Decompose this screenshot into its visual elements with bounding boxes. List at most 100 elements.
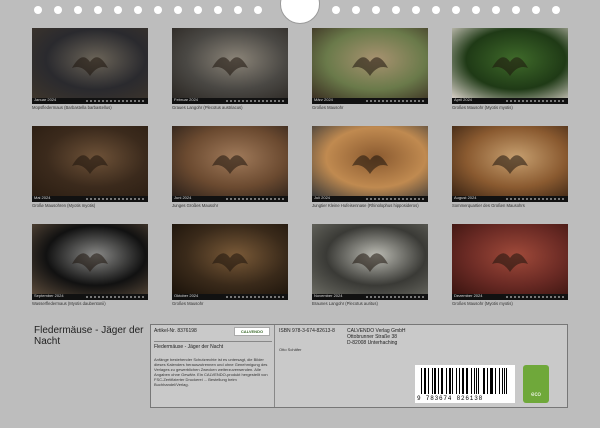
- bat-silhouette: [72, 155, 108, 174]
- bat-photo: [312, 28, 428, 98]
- binding-hole: [352, 6, 360, 14]
- binding-hole: [234, 6, 242, 14]
- month-strip: Juni 2024: [172, 195, 288, 202]
- day-ticks: [86, 100, 146, 102]
- month-strip: Dezember 2024: [452, 293, 568, 300]
- photo-caption: Großes Mausohr: [172, 301, 204, 306]
- binding-holes: [0, 0, 600, 24]
- binding-hole: [412, 6, 420, 14]
- info-column-right: CALVENDO Verlag GmbH Ottobrunner Straße …: [347, 325, 567, 407]
- photo-caption: Großes Mausohr: [312, 105, 344, 110]
- binding-hole: [372, 6, 380, 14]
- month-thumbnail: Januar 2024 Mopsfledermaus (Barbastella b…: [32, 28, 148, 110]
- month-label: Juli 2024: [314, 195, 331, 200]
- binding-hole: [432, 6, 440, 14]
- binding-hole: [332, 6, 340, 14]
- calvendo-logo: CALVENDO: [234, 327, 270, 336]
- barcode-bar: [492, 368, 494, 394]
- barcode-bar: [495, 368, 497, 394]
- month-strip: August 2024: [452, 195, 568, 202]
- bat-silhouette: [352, 155, 388, 174]
- binding-hole: [452, 6, 460, 14]
- binding-hole: [34, 6, 42, 14]
- barcode-bar: [499, 368, 501, 394]
- eco-logo: eco: [523, 365, 549, 403]
- barcode-bar: [467, 368, 469, 394]
- bat-silhouette: [352, 57, 388, 76]
- bat-photo: [172, 224, 288, 294]
- bat-silhouette: [492, 57, 528, 76]
- photo-caption: Jungtier Kleine Hufeisennase (Rhinolophu…: [312, 203, 419, 208]
- binding-hole: [94, 6, 102, 14]
- month-thumbnail: September 2024 Wasserfledermaus (Myotis d…: [32, 224, 148, 306]
- barcode-bar: [486, 368, 488, 394]
- barcode-number: 9 783674 826138: [417, 395, 484, 402]
- month-label: September 2024: [34, 293, 64, 298]
- bat-photo: [32, 28, 148, 98]
- barcode-bar: [428, 368, 429, 394]
- barcode-bar: [475, 368, 477, 394]
- article-number: Artikel-Nr. 8376198: [154, 328, 197, 334]
- photo-caption: Wasserfledermaus (Myotis daubentonii): [32, 301, 106, 306]
- bat-silhouette: [72, 57, 108, 76]
- photo-caption: Großes Mausohr (Myotis myotis): [452, 301, 513, 306]
- binding-hole: [114, 6, 122, 14]
- barcode-bar: [503, 368, 505, 394]
- barcode-bar: [484, 368, 485, 394]
- month-strip: Januar 2024: [32, 97, 148, 104]
- month-strip: November 2024: [312, 293, 428, 300]
- bat-photo: [452, 224, 568, 294]
- day-ticks: [86, 296, 146, 298]
- bat-silhouette: [492, 253, 528, 272]
- photo-caption: Mopsfledermaus (Barbastella barbastellus…: [32, 105, 112, 110]
- binding-hole: [134, 6, 142, 14]
- binding-hole: [472, 6, 480, 14]
- binding-hole: [254, 6, 262, 14]
- bat-silhouette: [72, 253, 108, 272]
- publisher-line-3: D-82008 Unterhaching: [347, 340, 398, 346]
- info-column-left: Artikel-Nr. 8376198 CALVENDO Fledermäuse…: [151, 325, 275, 407]
- barcode-bar: [421, 368, 422, 394]
- month-thumbnail: Oktober 2024 Großes Mausohr: [172, 224, 288, 306]
- day-ticks: [226, 296, 286, 298]
- month-strip: April 2024: [452, 97, 568, 104]
- day-ticks: [366, 296, 426, 298]
- binding-hole: [552, 6, 560, 14]
- barcode: 9 783674 826138: [415, 365, 515, 403]
- month-label: Februar 2024: [174, 97, 199, 102]
- photo-caption: Braunes Langohr (Plecotus auritus): [312, 301, 378, 306]
- month-thumbnail: Mai 2024 Große Mausohren (Myotis myotis): [32, 126, 148, 208]
- photo-caption: Graues Langohr (Plecotus austriacus): [172, 105, 243, 110]
- bat-photo: [32, 126, 148, 196]
- thumbnail-grid: Januar 2024 Mopsfledermaus (Barbastella b…: [32, 28, 568, 316]
- month-label: Oktober 2024: [174, 293, 199, 298]
- hanger-hole: [280, 0, 320, 24]
- bat-silhouette: [212, 155, 248, 174]
- month-strip: Juli 2024: [312, 195, 428, 202]
- barcode-bar: [451, 368, 453, 394]
- bat-photo: [32, 224, 148, 294]
- month-strip: Oktober 2024: [172, 293, 288, 300]
- month-thumbnail: Juli 2024 Jungtier Kleine Hufeisennase (R…: [312, 126, 428, 208]
- photo-caption: Große Mausohren (Myotis myotis): [32, 203, 96, 208]
- bat-photo: [452, 126, 568, 196]
- photo-caption: Junges Großes Mausohr: [172, 203, 219, 208]
- photo-caption: Sommerquartier des Großen Mausohrs: [452, 203, 525, 208]
- day-ticks: [366, 198, 426, 200]
- binding-hole: [214, 6, 222, 14]
- barcode-bar: [442, 368, 443, 394]
- bat-photo: [452, 28, 568, 98]
- month-thumbnail: August 2024 Sommerquartier des Großen Mau…: [452, 126, 568, 208]
- calendar-subtitle: Fledermäuse - Jäger der Nacht: [154, 341, 272, 350]
- photo-caption: Großes Mausohr (Myotis myotis): [452, 105, 513, 110]
- month-label: Mai 2024: [34, 195, 51, 200]
- month-strip: September 2024: [32, 293, 148, 300]
- info-box: Artikel-Nr. 8376198 CALVENDO Fledermäuse…: [150, 324, 568, 408]
- isbn: ISBN 978-3-674-82613-8: [279, 328, 335, 334]
- bat-silhouette: [492, 155, 528, 174]
- barcode-bars: [421, 368, 509, 394]
- month-thumbnail: November 2024 Braunes Langohr (Plecotus a…: [312, 224, 428, 306]
- barcode-bar: [456, 368, 457, 394]
- month-label: November 2024: [314, 293, 343, 298]
- month-label: August 2024: [454, 195, 477, 200]
